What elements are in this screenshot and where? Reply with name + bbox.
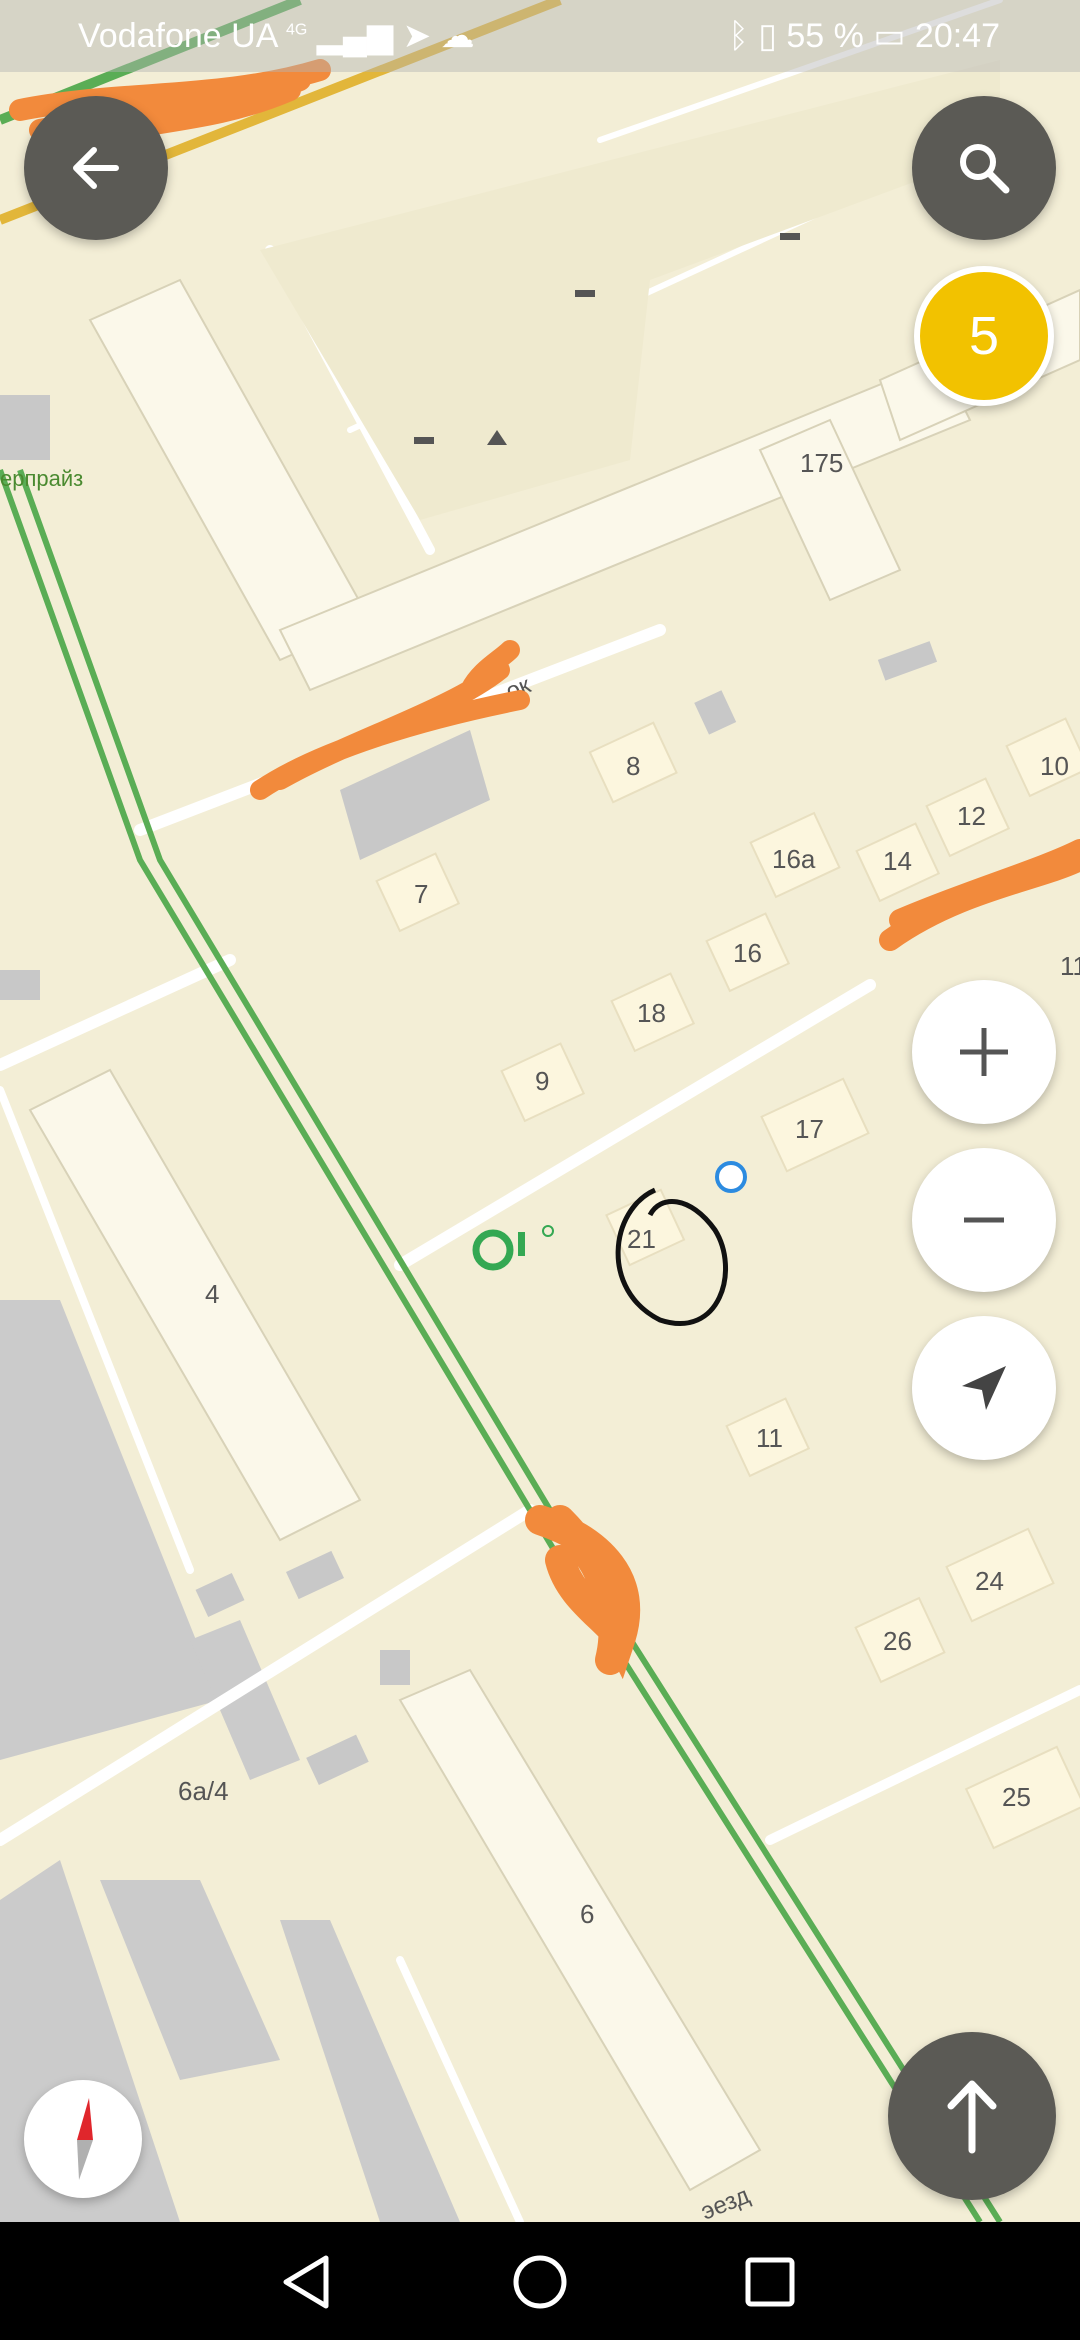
zoom-in-button[interactable] — [912, 980, 1056, 1124]
building-14: 14 — [883, 846, 912, 876]
cloud-icon: ☁ — [440, 17, 475, 55]
search-button[interactable] — [912, 96, 1056, 240]
plus-icon — [960, 1028, 1008, 1076]
telegram-icon: ➤ — [402, 17, 432, 55]
bluetooth-icon: ᛒ — [728, 17, 749, 55]
nav-home-button[interactable] — [500, 2242, 580, 2322]
building-26: 26 — [883, 1626, 912, 1656]
compass-button[interactable] — [24, 2080, 142, 2198]
building-8: 8 — [626, 751, 640, 781]
building-10: 10 — [1040, 751, 1069, 781]
building-6a4: 6а/4 — [178, 1776, 229, 1806]
search-icon — [960, 144, 1010, 194]
nav-back-button[interactable] — [268, 2242, 348, 2322]
navigation-arrow-icon — [962, 1366, 1006, 1410]
building-25: 25 — [1002, 1782, 1031, 1812]
triangle-back-icon — [283, 2255, 329, 2309]
layers-count-badge[interactable]: 5 — [914, 266, 1054, 406]
compass-icon — [77, 2098, 93, 2180]
building-17: 17 — [795, 1114, 824, 1144]
minus-icon — [964, 1217, 1004, 1223]
status-left: Vodafone UA 4G ▂▄▆ ➤ ☁ — [78, 16, 475, 56]
building-11-right: 11 — [1060, 951, 1080, 981]
carrier-label: Vodafone UA — [78, 17, 277, 55]
vibrate-icon: ▯ — [758, 17, 777, 55]
building-11: 11 — [756, 1423, 783, 1453]
building-7: 7 — [414, 879, 428, 909]
current-location-marker — [715, 1161, 747, 1193]
system-navigation-bar — [0, 2222, 1080, 2340]
building-18: 18 — [637, 998, 666, 1028]
building-16a: 16а — [772, 844, 816, 874]
circle-home-icon — [513, 2255, 567, 2309]
status-right: ᛒ ▯ 55 % ▭ 20:47 — [728, 16, 1000, 56]
arrow-left-icon — [73, 147, 119, 189]
building-24: 24 — [975, 1566, 1004, 1596]
battery-icon: ▭ — [873, 17, 906, 55]
square-recents-icon — [745, 2257, 795, 2307]
nav-recents-button[interactable] — [730, 2242, 810, 2322]
building-6: 6 — [580, 1899, 594, 1929]
building-16: 16 — [733, 938, 762, 968]
zoom-out-button[interactable] — [912, 1148, 1056, 1292]
building-175: 175 — [800, 448, 843, 478]
building-12: 12 — [957, 801, 986, 831]
battery-percent: 55 % — [786, 17, 864, 55]
clock: 20:47 — [914, 17, 1000, 55]
status-bar: Vodafone UA 4G ▂▄▆ ➤ ☁ ᛒ ▯ 55 % ▭ 20:47 — [0, 0, 1080, 72]
arrow-up-icon — [947, 2080, 997, 2154]
building-4: 4 — [205, 1279, 219, 1309]
back-button[interactable] — [24, 96, 168, 240]
route-button[interactable] — [888, 2032, 1056, 2200]
network-type: 4G — [285, 21, 308, 39]
poi-label: ерпрайз — [0, 466, 83, 491]
building-21: 21 — [627, 1224, 656, 1254]
building-9: 9 — [535, 1066, 549, 1096]
my-location-button[interactable] — [912, 1316, 1056, 1460]
signal-icon: ▂▄▆ — [316, 17, 394, 55]
